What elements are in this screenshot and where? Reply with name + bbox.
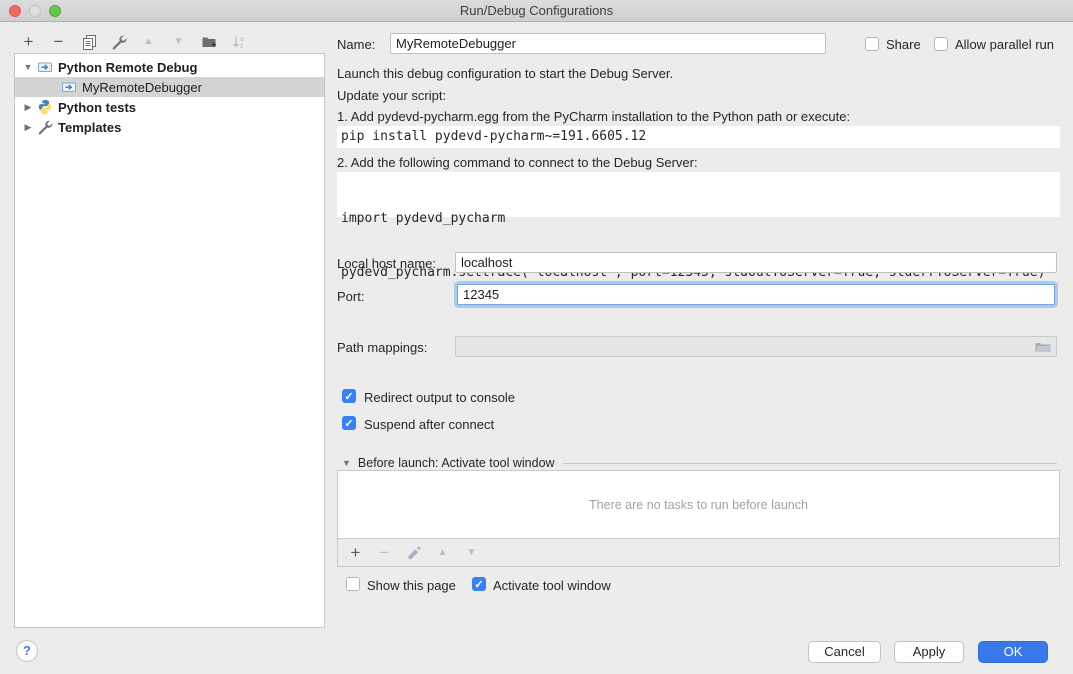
tree-item-label: MyRemoteDebugger [82, 80, 202, 95]
remove-configuration-button[interactable]: − [50, 33, 67, 50]
settrace-code-block: import pydevd_pycharm pydevd_pycharm.set… [337, 172, 1060, 217]
run-debug-configurations-dialog: Run/Debug Configurations + − ▲ ▼ az ▼ Py… [0, 0, 1073, 674]
cancel-button[interactable]: Cancel [808, 641, 881, 663]
tree-item-templates[interactable]: ▶ Templates [15, 117, 324, 137]
window-title: Run/Debug Configurations [0, 0, 1073, 22]
tree-item-python-remote-debug[interactable]: ▼ Python Remote Debug [15, 57, 324, 77]
move-up-button: ▲ [140, 33, 157, 50]
pip-install-code: pip install pydevd-pycharm~=191.6605.12 [337, 126, 1060, 148]
svg-text:z: z [240, 43, 244, 50]
edit-task-pencil-icon [405, 544, 422, 561]
tree-item-label: Python tests [58, 100, 136, 115]
remote-debug-config-icon [61, 79, 77, 95]
local-host-name-input[interactable] [455, 252, 1057, 273]
before-launch-toolbar: + − ▲ ▼ [337, 539, 1060, 567]
port-input[interactable] [457, 284, 1055, 305]
check-icon: ✓ [473, 578, 485, 592]
suspend-after-connect-checkbox[interactable]: ✓ [342, 416, 356, 430]
wrench-icon [37, 119, 53, 135]
activate-tool-window-label: Activate tool window [493, 578, 611, 593]
add-configuration-button[interactable]: + [20, 33, 37, 50]
ok-button[interactable]: OK [978, 641, 1048, 663]
port-label: Port: [337, 289, 364, 304]
remove-task-button: − [376, 544, 393, 561]
sort-configurations-icon: az [230, 33, 247, 50]
section-divider [563, 463, 1057, 464]
tree-item-myremotedebugger[interactable]: ▶ MyRemoteDebugger [15, 77, 324, 97]
share-checkbox-label: Share [886, 37, 921, 52]
before-launch-tasks-list[interactable]: There are no tasks to run before launch [337, 470, 1060, 539]
remote-debug-config-icon [37, 59, 53, 75]
before-launch-title: Before launch: Activate tool window [358, 456, 555, 470]
check-icon: ✓ [343, 390, 355, 404]
copy-configuration-icon[interactable] [80, 33, 97, 50]
check-icon: ✓ [343, 417, 355, 431]
python-logo-icon [37, 99, 53, 115]
allow-parallel-run-label: Allow parallel run [955, 37, 1054, 52]
instruction-step-1: 1. Add pydevd-pycharm.egg from the PyCha… [337, 109, 850, 124]
collapsed-triangle-icon[interactable]: ▶ [23, 102, 33, 113]
move-task-up-button: ▲ [434, 544, 451, 561]
configurations-tree: ▼ Python Remote Debug ▶ MyRemoteDebugger… [14, 53, 325, 628]
svg-text:a: a [240, 36, 244, 43]
no-tasks-message: There are no tasks to run before launch [589, 498, 808, 512]
move-down-button: ▼ [170, 33, 187, 50]
local-host-name-label: Local host name: [337, 256, 436, 271]
add-task-button[interactable]: + [347, 544, 364, 561]
before-launch-header[interactable]: ▼ Before launch: Activate tool window [342, 456, 1057, 470]
tree-item-label: Python Remote Debug [58, 60, 197, 75]
title-bar: Run/Debug Configurations [0, 0, 1073, 22]
instruction-step-2: 2. Add the following command to connect … [337, 155, 698, 170]
browse-folder-icon[interactable] [1034, 339, 1052, 355]
instruction-line-2: Update your script: [337, 88, 446, 103]
instruction-line-1: Launch this debug configuration to start… [337, 66, 673, 81]
apply-button[interactable]: Apply [894, 641, 964, 663]
collapsed-triangle-icon[interactable]: ▶ [23, 122, 33, 133]
suspend-after-connect-label: Suspend after connect [364, 417, 494, 432]
show-this-page-checkbox[interactable] [346, 577, 360, 591]
help-button[interactable]: ? [16, 640, 38, 662]
allow-parallel-run-checkbox[interactable] [934, 37, 948, 51]
configurations-toolbar: + − ▲ ▼ az [20, 33, 247, 50]
create-folder-icon[interactable] [200, 33, 217, 50]
redirect-output-label: Redirect output to console [364, 390, 515, 405]
activate-tool-window-checkbox[interactable]: ✓ [472, 577, 486, 591]
share-checkbox[interactable] [865, 37, 879, 51]
name-label: Name: [337, 37, 375, 52]
tree-item-label: Templates [58, 120, 121, 135]
settrace-code-line-1: import pydevd_pycharm [341, 210, 1056, 228]
name-input[interactable] [390, 33, 826, 54]
show-this-page-label: Show this page [367, 578, 456, 593]
expanded-triangle-icon[interactable]: ▼ [23, 62, 33, 72]
expanded-triangle-icon[interactable]: ▼ [342, 458, 351, 468]
redirect-output-checkbox[interactable]: ✓ [342, 389, 356, 403]
edit-templates-wrench-icon[interactable] [110, 33, 127, 50]
path-mappings-input[interactable] [455, 336, 1057, 357]
path-mappings-label: Path mappings: [337, 340, 427, 355]
move-task-down-button: ▼ [463, 544, 480, 561]
tree-item-python-tests[interactable]: ▶ Python tests [15, 97, 324, 117]
